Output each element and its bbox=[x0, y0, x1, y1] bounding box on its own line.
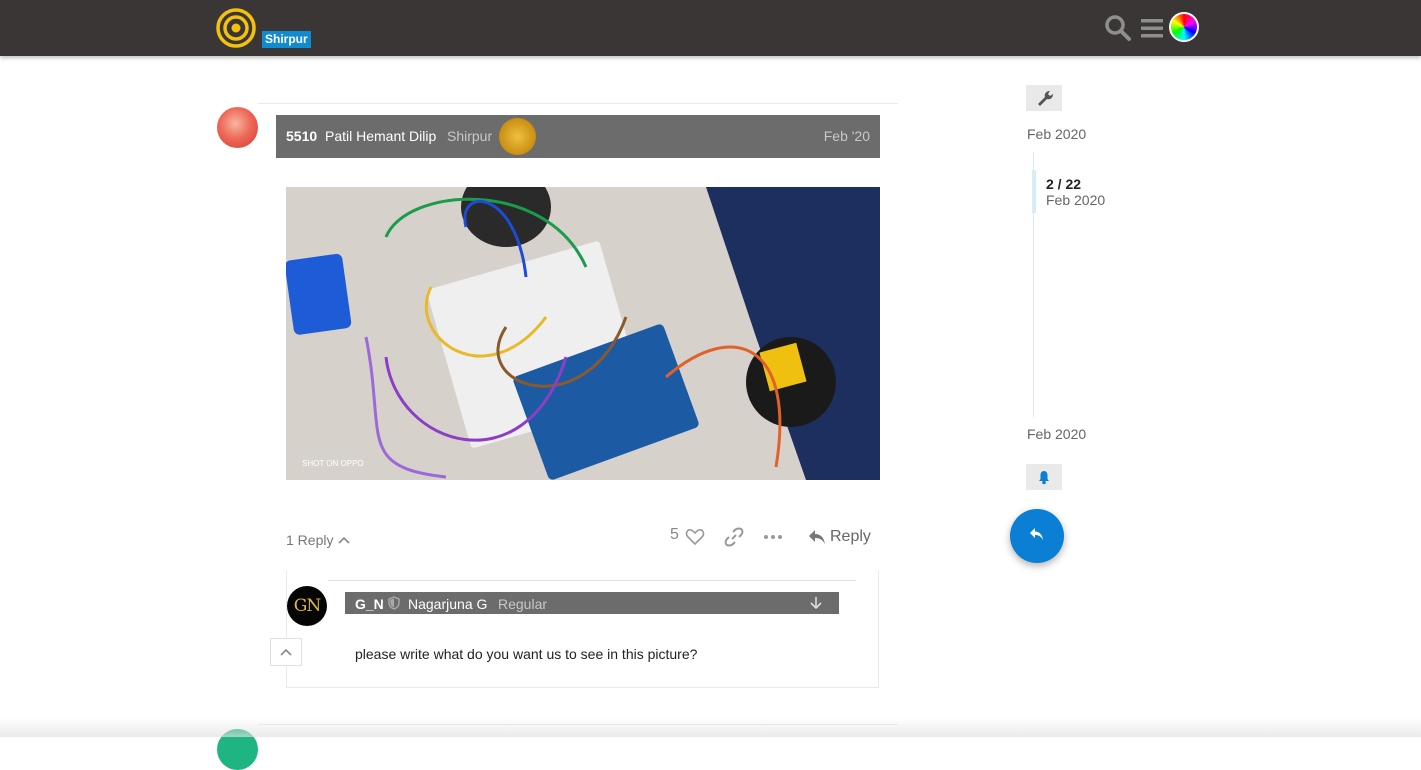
post-image-drawing: SHOT ON OPPO bbox=[286, 187, 880, 480]
admin-wrench-button[interactable] bbox=[1026, 85, 1062, 111]
timeline-bottom-date[interactable]: Feb 2020 bbox=[1027, 426, 1086, 442]
reply-arrow-icon bbox=[1030, 528, 1043, 540]
reply-arrow-icon bbox=[809, 530, 825, 544]
bell-icon bbox=[1039, 471, 1049, 485]
post-author-fullname[interactable]: Patil Hemant Dilip bbox=[325, 128, 436, 144]
reply-author-group[interactable]: Regular bbox=[498, 596, 547, 612]
image-watermark: SHOT ON OPPO bbox=[302, 459, 364, 468]
post-author-group[interactable]: Shirpur bbox=[447, 128, 492, 144]
timeline-top-date[interactable]: Feb 2020 bbox=[1027, 126, 1086, 142]
like-count[interactable]: 5 bbox=[670, 526, 679, 548]
reply-author-fullname[interactable]: Nagarjuna G bbox=[408, 596, 487, 612]
replies-toggle[interactable]: 1 Reply bbox=[286, 529, 351, 551]
reply-button[interactable]: Reply bbox=[808, 526, 871, 548]
logo-icon[interactable] bbox=[216, 8, 256, 48]
search-icon[interactable] bbox=[1104, 14, 1132, 42]
arrow-down-icon[interactable] bbox=[809, 595, 823, 611]
heart-icon[interactable] bbox=[685, 527, 705, 547]
chevron-up-icon bbox=[280, 648, 292, 656]
shield-icon bbox=[388, 596, 400, 610]
timeline-handle[interactable] bbox=[1032, 170, 1036, 213]
notifications-button[interactable] bbox=[1026, 464, 1062, 490]
chevron-up-icon bbox=[338, 536, 351, 544]
post-meta-bar: 5510 Patil Hemant Dilip Shirpur Feb '20 bbox=[276, 115, 880, 158]
post-author-avatar[interactable] bbox=[217, 107, 258, 148]
floating-reply-button[interactable] bbox=[1010, 509, 1064, 563]
more-options-icon[interactable] bbox=[763, 527, 783, 547]
hamburger-menu-icon[interactable] bbox=[1138, 14, 1166, 42]
embedded-reply bbox=[286, 571, 879, 688]
wrench-icon bbox=[1038, 91, 1053, 106]
post-image[interactable]: SHOT ON OPPO bbox=[286, 187, 880, 480]
collapse-reply-button[interactable] bbox=[270, 638, 302, 666]
reply-body: please write what do you want us to see … bbox=[355, 646, 698, 662]
post-username[interactable]: 5510 bbox=[286, 128, 317, 144]
site-header: Shirpur bbox=[0, 0, 1421, 56]
category-badge[interactable]: Shirpur bbox=[262, 31, 311, 48]
bottom-shadow bbox=[0, 718, 1421, 737]
reply-meta-bar: G_N Nagarjuna G Regular bbox=[345, 592, 839, 614]
post-date[interactable]: Feb '20 bbox=[824, 128, 870, 144]
timeline-position: 2 / 22 bbox=[1046, 176, 1082, 192]
user-flair-avatar bbox=[499, 118, 536, 155]
reply-label: Reply bbox=[830, 528, 871, 545]
reply-author-avatar[interactable]: GN bbox=[287, 586, 327, 626]
reply-username[interactable]: G_N bbox=[355, 596, 384, 612]
embedded-reply-divider bbox=[328, 580, 856, 581]
post-divider bbox=[258, 103, 898, 104]
user-avatar[interactable] bbox=[1169, 12, 1199, 42]
timeline-position-date: Feb 2020 bbox=[1046, 192, 1106, 208]
replies-toggle-label: 1 Reply bbox=[286, 532, 334, 548]
link-icon[interactable] bbox=[724, 527, 744, 547]
